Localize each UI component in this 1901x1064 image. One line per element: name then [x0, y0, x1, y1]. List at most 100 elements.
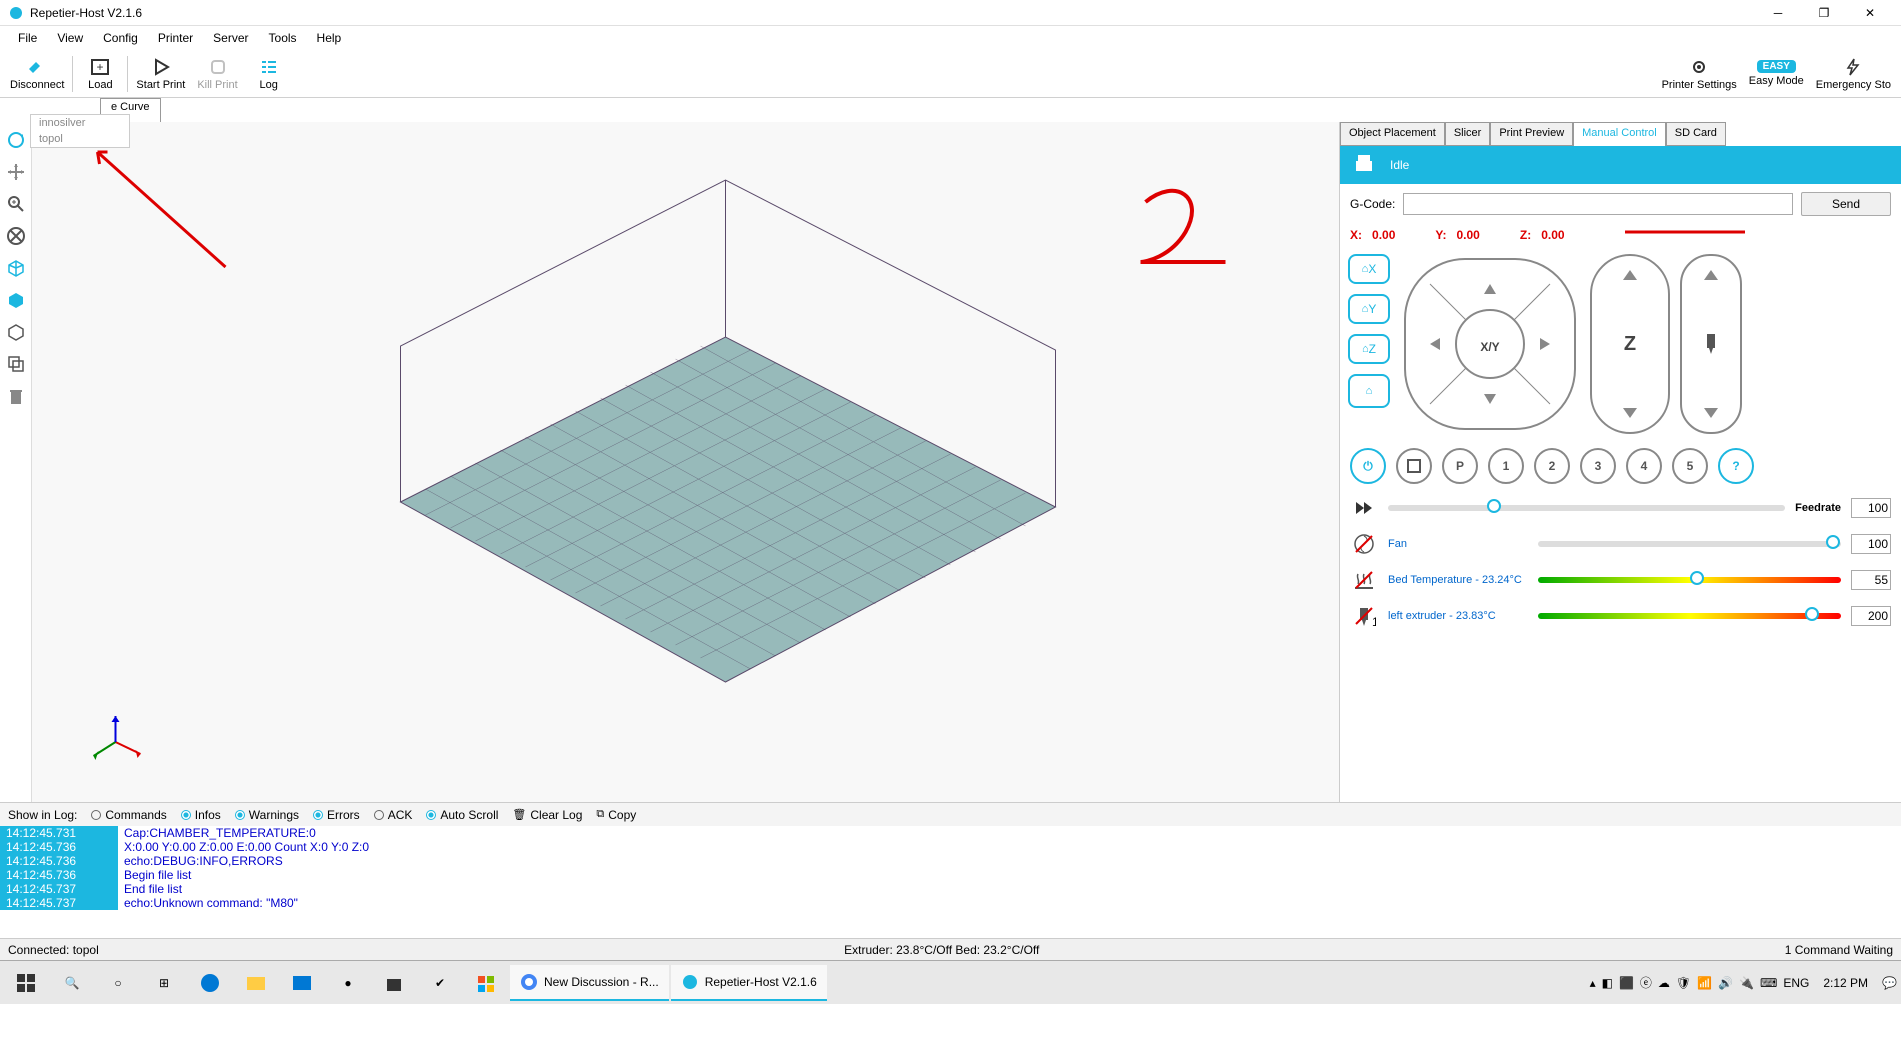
- maximize-button[interactable]: ❐: [1801, 0, 1847, 26]
- menu-file[interactable]: File: [8, 29, 47, 47]
- filter-warnings[interactable]: Warnings: [235, 808, 299, 822]
- btn-1[interactable]: 1: [1488, 448, 1524, 484]
- easy-mode-button[interactable]: EASY Easy Mode: [1743, 58, 1810, 89]
- btn-4[interactable]: 4: [1626, 448, 1662, 484]
- trash-icon[interactable]: [4, 384, 28, 408]
- menu-view[interactable]: View: [47, 29, 93, 47]
- start-button[interactable]: [4, 963, 48, 1003]
- printer-dropdown[interactable]: innosilver topol: [30, 114, 130, 148]
- edge-icon[interactable]: [188, 963, 232, 1003]
- tray-icon[interactable]: ◧: [1602, 976, 1613, 990]
- extruder-jog-pad[interactable]: [1680, 254, 1742, 434]
- dropdown-item-topol[interactable]: topol: [31, 131, 129, 147]
- parallel-icon[interactable]: [4, 320, 28, 344]
- extruder-input[interactable]: [1851, 606, 1891, 626]
- home-all-button[interactable]: ⌂: [1348, 374, 1390, 408]
- e-extrude-icon[interactable]: [1701, 406, 1721, 420]
- log-button[interactable]: Log: [244, 55, 294, 93]
- taskbar-chrome[interactable]: New Discussion - R...: [510, 965, 669, 1001]
- bed-input[interactable]: [1851, 570, 1891, 590]
- speed-icon[interactable]: [1350, 494, 1378, 522]
- menu-printer[interactable]: Printer: [148, 29, 203, 47]
- help-button[interactable]: ?: [1718, 448, 1754, 484]
- app-icon-2[interactable]: ✔: [418, 963, 462, 1003]
- send-button[interactable]: Send: [1801, 192, 1891, 216]
- front-view-icon[interactable]: [4, 288, 28, 312]
- filter-errors[interactable]: Errors: [313, 808, 360, 822]
- extruder-slider[interactable]: [1805, 607, 1819, 621]
- taskbar-repetier[interactable]: Repetier-Host V2.1.6: [671, 965, 827, 1001]
- menu-tools[interactable]: Tools: [259, 29, 307, 47]
- printer-settings-button[interactable]: Printer Settings: [1656, 55, 1743, 93]
- bed-slider[interactable]: [1690, 571, 1704, 585]
- filter-ack[interactable]: ACK: [374, 808, 413, 822]
- explorer-icon[interactable]: [234, 963, 278, 1003]
- tray-icon[interactable]: ⬛: [1619, 976, 1634, 990]
- power-button[interactable]: ⏻: [1350, 448, 1386, 484]
- clone-icon[interactable]: [4, 352, 28, 376]
- tray-icon[interactable]: ▴: [1590, 976, 1596, 990]
- dropdown-item-innosilver[interactable]: innosilver: [31, 115, 129, 131]
- disconnect-button[interactable]: Disconnect: [4, 55, 70, 93]
- fan-input[interactable]: [1851, 534, 1891, 554]
- z-jog-pad[interactable]: Z: [1590, 254, 1670, 434]
- menu-server[interactable]: Server: [203, 29, 258, 47]
- cortana-button[interactable]: ○: [96, 963, 140, 1003]
- load-button[interactable]: + Load: [75, 55, 125, 93]
- store-icon[interactable]: [372, 963, 416, 1003]
- tab-sd-card[interactable]: SD Card: [1666, 122, 1726, 146]
- tray-clock[interactable]: 2:12 PM: [1815, 976, 1876, 990]
- tray-icon[interactable]: ⌨: [1760, 976, 1777, 990]
- bed-heat-icon[interactable]: [1350, 566, 1378, 594]
- move-view-icon[interactable]: [4, 160, 28, 184]
- filter-autoscroll[interactable]: Auto Scroll: [426, 808, 498, 822]
- close-button[interactable]: ✕: [1847, 0, 1893, 26]
- btn-3[interactable]: 3: [1580, 448, 1616, 484]
- tray-lang[interactable]: ENG: [1783, 976, 1809, 990]
- home-z-button[interactable]: ⌂ Z: [1348, 334, 1390, 364]
- btn-5[interactable]: 5: [1672, 448, 1708, 484]
- kill-print-button[interactable]: Kill Print: [191, 55, 243, 93]
- filter-infos[interactable]: Infos: [181, 808, 221, 822]
- filter-commands[interactable]: Commands: [91, 808, 166, 822]
- y-minus-icon[interactable]: [1484, 394, 1496, 404]
- notifications-icon[interactable]: 💬: [1882, 976, 1897, 990]
- task-view-button[interactable]: ⊞: [142, 963, 186, 1003]
- copy-log-button[interactable]: ⧉ Copy: [596, 808, 636, 822]
- tab-print-preview[interactable]: Print Preview: [1490, 122, 1573, 146]
- log-area[interactable]: 14:12:45.731Cap:CHAMBER_TEMPERATURE:0 14…: [0, 826, 1901, 938]
- tray-icon[interactable]: 🔌: [1739, 976, 1754, 990]
- rotate-view-icon[interactable]: [4, 128, 28, 152]
- home-x-button[interactable]: ⌂ X: [1348, 254, 1390, 284]
- zoom-icon[interactable]: [4, 192, 28, 216]
- emergency-stop-button[interactable]: Emergency Sto: [1810, 55, 1897, 93]
- home-y-button[interactable]: ⌂ Y: [1348, 294, 1390, 324]
- mail-icon[interactable]: [280, 963, 324, 1003]
- clear-log-button[interactable]: 🗑 Clear Log: [512, 808, 582, 822]
- search-button[interactable]: 🔍: [50, 963, 94, 1003]
- tab-object-placement[interactable]: Object Placement: [1340, 122, 1445, 146]
- tray-icon[interactable]: ☁: [1658, 976, 1670, 990]
- tray-icon[interactable]: 🛡: [1676, 976, 1691, 990]
- x-plus-icon[interactable]: [1540, 338, 1550, 350]
- tab-manual-control[interactable]: Manual Control: [1573, 122, 1666, 146]
- x-minus-icon[interactable]: [1430, 338, 1440, 350]
- menu-config[interactable]: Config: [93, 29, 148, 47]
- feedrate-input[interactable]: [1851, 498, 1891, 518]
- fit-icon[interactable]: [4, 224, 28, 248]
- fan-slider[interactable]: [1826, 535, 1840, 549]
- tray-icon[interactable]: ⓔ: [1640, 974, 1652, 991]
- z-down-icon[interactable]: [1620, 406, 1640, 420]
- menu-help[interactable]: Help: [307, 29, 352, 47]
- app-icon-3[interactable]: [464, 963, 508, 1003]
- 3d-viewport[interactable]: [32, 122, 1339, 802]
- app-icon-1[interactable]: ●: [326, 963, 370, 1003]
- gcode-input[interactable]: [1403, 193, 1793, 215]
- fan-icon[interactable]: [1350, 530, 1378, 558]
- feedrate-slider[interactable]: [1487, 499, 1501, 513]
- iso-view-icon[interactable]: [4, 256, 28, 280]
- y-plus-icon[interactable]: [1484, 284, 1496, 294]
- tray-icon[interactable]: 📶: [1697, 976, 1712, 990]
- tray-icon[interactable]: 🔊: [1718, 976, 1733, 990]
- tab-slicer[interactable]: Slicer: [1445, 122, 1491, 146]
